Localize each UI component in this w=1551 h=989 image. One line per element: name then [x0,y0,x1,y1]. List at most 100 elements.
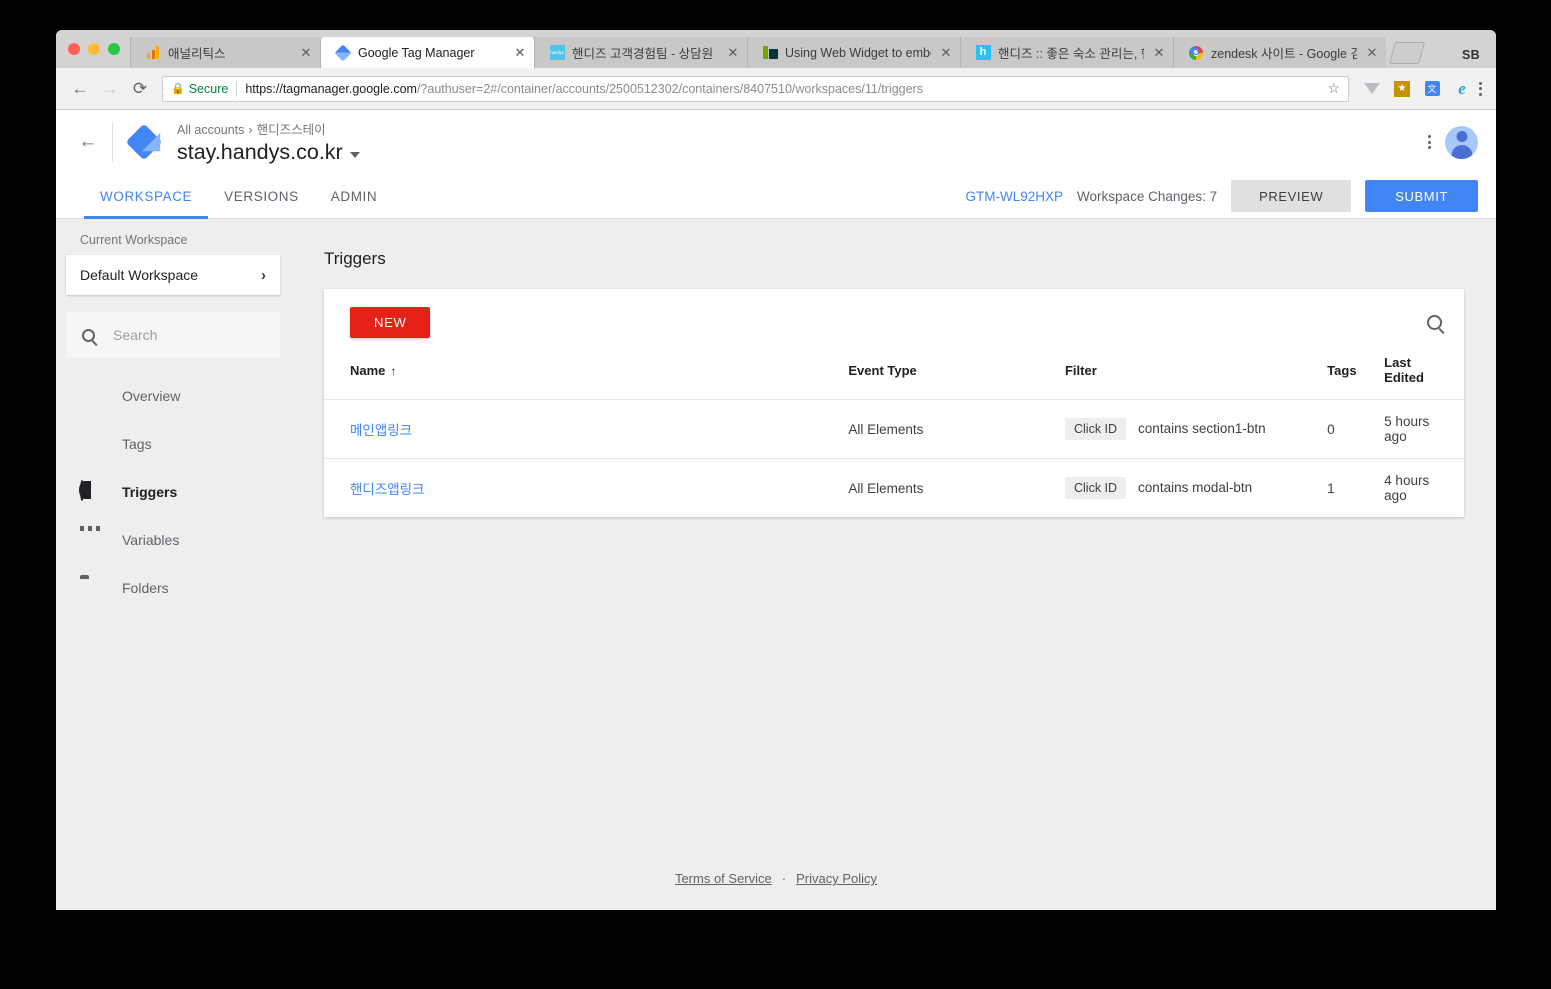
column-header-last-edited[interactable]: Last Edited [1384,355,1464,400]
sidebar-item-triggers[interactable]: Triggers [56,468,296,516]
search-icon[interactable] [1427,314,1442,330]
tag-manager-logo-icon [125,123,163,161]
triggers-card: NEW Name ↑ Event Type Filter Tags Last Ed… [324,289,1464,517]
tab-title: 핸디즈 고객경험팀 - 상담원 [572,47,714,61]
cell-event-type: All Elements [848,480,924,496]
page-title[interactable]: stay.handys.co.kr [177,140,360,165]
sidebar-item-folders[interactable]: Folders [56,564,296,612]
sidebar-item-label: Variables [122,532,180,548]
translate-glyph: 文 [1424,81,1440,96]
column-header-tags[interactable]: Tags [1327,355,1385,400]
sidebar-item-tags[interactable]: Tags [56,420,296,468]
forward-button[interactable]: → [96,75,124,103]
table-row[interactable]: 메인앱링크 All Elements Click ID contains sect… [324,399,1464,459]
footer: Terms of Service · Privacy Policy [56,871,1496,886]
more-vert-icon[interactable] [1424,135,1435,149]
triggers-toolbar: NEW [324,289,1464,355]
browser-profile-name[interactable]: SB [1462,48,1480,62]
column-header-filter[interactable]: Filter [1064,355,1328,400]
browser-tab-google-tag-manager[interactable]: Google Tag Manager ✕ [320,37,534,68]
close-window-button[interactable] [68,43,80,55]
main-heading: Triggers [324,249,386,268]
sidebar-item-overview[interactable]: Overview [56,372,296,420]
trigger-name-link[interactable]: 핸디즈앱링크 [350,482,425,497]
close-tab-button[interactable]: ✕ [1364,45,1380,61]
sidebar-item-label: Tags [122,436,152,452]
breadcrumb-account[interactable]: 핸디즈스테이 [257,123,326,137]
sidebar-item-variables[interactable]: Variables [56,516,296,564]
tag-manager-icon [334,44,352,61]
url-path: /?authuser=2#/container/accounts/2500512… [416,81,923,96]
close-tab-button[interactable]: ✕ [938,45,954,61]
browser-tab-web-widget[interactable]: Using Web Widget to embed ✕ [747,37,960,68]
variables-icon [80,530,100,550]
gtm-body: Current Workspace Default Workspace › Ov… [56,219,1496,910]
chrome-menu-icon[interactable] [1475,81,1486,96]
google-translate-icon[interactable]: 文 [1423,80,1441,98]
column-label: Name [350,362,386,378]
privacy-policy-link[interactable]: Privacy Policy [796,871,877,886]
back-button[interactable]: ← [66,75,94,103]
url-host: https://tagmanager.google.com [245,81,417,96]
filter-condition: contains modal-btn [1138,480,1253,495]
chevron-down-icon[interactable] [349,151,360,158]
secure-label: Secure [188,81,229,96]
star-extension-icon[interactable]: ★ [1393,80,1411,98]
v-icon[interactable] [1363,80,1381,98]
close-tab-button[interactable]: ✕ [298,45,314,61]
tab-title: 애널리틱스 [168,47,226,61]
tab-workspace[interactable]: WORKSPACE [84,174,209,219]
tab-admin[interactable]: ADMIN [315,174,394,219]
address-bar[interactable]: 🔒 Secure https://tagmanager.google.com/?… [162,75,1349,102]
sidebar-nav: Overview Tags Triggers Variables Folders [56,372,296,612]
app-back-button[interactable]: ← [66,120,110,164]
analytics-icon [145,45,161,61]
tab-versions[interactable]: VERSIONS [208,174,315,219]
reload-button[interactable]: ⟳ [126,75,154,103]
cell-name: 핸디즈앱링크 [324,459,848,518]
sidebar-item-label: Triggers [122,484,178,500]
workspace-changes-label[interactable]: Workspace Changes: 7 [1077,189,1217,204]
header-divider [112,122,113,162]
current-workspace-label: Current Workspace [80,233,188,247]
sort-ascending-icon: ↑ [390,363,397,378]
breadcrumb: All accounts › 핸디즈스테이 [177,119,360,138]
sidebar-item-label: Overview [122,388,181,404]
browser-tab-analytics[interactable]: 애널리틱스 ✕ [130,37,320,68]
trigger-name-link[interactable]: 메인앱링크 [350,423,412,438]
new-trigger-button[interactable]: NEW [350,306,431,338]
close-tab-button[interactable]: ✕ [512,45,528,61]
container-id-link[interactable]: GTM-WL92HXP [966,189,1064,204]
workspace-selector[interactable]: Default Workspace › [66,255,280,295]
minimize-window-button[interactable] [88,43,100,55]
window-controls [64,30,130,68]
main-content: Triggers NEW Name↑ Event Type Filter Ta [296,219,1496,910]
ext-star-glyph: ★ [1397,83,1407,94]
browser-tab-handys-agent[interactable]: handys 핸디즈 고객경험팀 - 상담원 ✕ [534,37,747,68]
maximize-window-button[interactable] [108,43,120,55]
new-tab-button[interactable] [1388,42,1426,64]
workspace-name: Default Workspace [80,267,199,283]
sidebar-search[interactable] [66,312,280,358]
cell-tags-count: 0 [1327,399,1385,459]
tab-title: 핸디즈 :: 좋은 숙소 관리는, 핸디즈 [998,47,1144,61]
submit-button[interactable]: SUBMIT [1365,180,1478,212]
browser-tab-google-search[interactable]: G zendesk 사이트 - Google 검색 ✕ [1173,37,1386,68]
internet-explorer-icon[interactable]: e [1453,79,1471,98]
search-input[interactable] [113,327,253,343]
header-actions [1424,125,1478,159]
table-row[interactable]: 핸디즈앱링크 All Elements Click ID contains mod… [324,459,1464,518]
breadcrumb-all-accounts[interactable]: All accounts [177,123,244,137]
avatar[interactable] [1445,125,1478,159]
column-header-name[interactable]: Name ↑ [324,355,849,400]
filter-chip: Click ID [1064,477,1127,499]
column-header-event-type[interactable]: Event Type [848,355,1065,400]
terms-of-service-link[interactable]: Terms of Service [675,871,772,886]
preview-button[interactable]: PREVIEW [1231,180,1352,212]
tab-title: Using Web Widget to embed [785,45,931,60]
close-tab-button[interactable]: ✕ [1151,45,1167,61]
bookmark-star-icon[interactable]: ☆ [1319,80,1340,97]
close-tab-button[interactable]: ✕ [725,45,741,61]
browser-tab-handys-home[interactable]: h 핸디즈 :: 좋은 숙소 관리는, 핸디즈 ✕ [960,37,1173,68]
overview-icon [80,386,100,406]
